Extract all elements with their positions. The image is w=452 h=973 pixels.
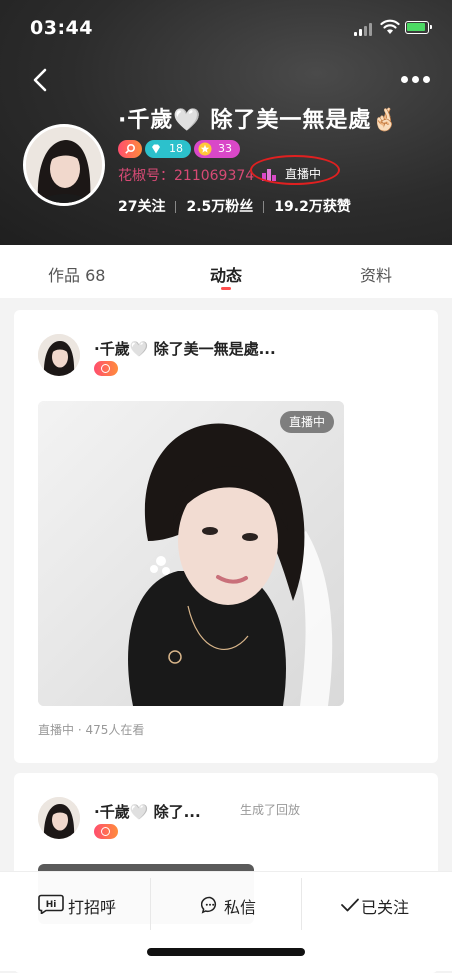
status-bar: 03:44 [0, 0, 452, 50]
home-indicator [147, 948, 305, 956]
annotation-circle [250, 155, 340, 185]
message-button[interactable]: 私信 [151, 872, 301, 936]
live-cover-image[interactable]: 直播中 [38, 401, 344, 706]
key-icon [125, 143, 136, 154]
card-level-badge [94, 361, 118, 376]
fans-count[interactable]: 2.5万粉丝 [186, 199, 253, 215]
more-dots-icon[interactable] [401, 76, 431, 84]
level-badge [118, 140, 142, 158]
followed-button[interactable]: 已关注 [302, 872, 452, 936]
battery-icon [405, 21, 432, 34]
wifi-icon [380, 19, 400, 34]
live-chip: 直播中 [279, 411, 334, 433]
profile-header: 03:44 ·千歲🤍 除了美一無是處🤞🏻 18 33 花椒号：211069374… [0, 0, 452, 245]
diamond-badge: 18 [145, 140, 191, 158]
following-count[interactable]: 27关注 [118, 199, 165, 215]
hi-badge-text: Hi [46, 900, 57, 910]
card-avatar[interactable] [38, 797, 80, 839]
greet-button[interactable]: Hi 打招呼 [0, 872, 150, 936]
card-author-name[interactable]: ·千歲🤍 除了... [94, 801, 201, 822]
tab-works[interactable]: 作品 68 [48, 262, 105, 286]
status-time: 03:44 [30, 17, 93, 39]
tab-dynamics[interactable]: 动态 [210, 262, 242, 286]
profile-nickname: ·千歲🤍 除了美一無是處🤞🏻 [118, 108, 400, 133]
chat-bubble-icon [201, 896, 217, 914]
greet-label: 打招呼 [68, 898, 117, 917]
followed-label: 已关注 [361, 898, 410, 917]
active-tab-indicator [221, 287, 231, 290]
tab-profile-info[interactable]: 资料 [360, 262, 392, 286]
card-author-name[interactable]: ·千歲🤍 除了美一無是處... [94, 338, 276, 359]
profile-avatar[interactable] [23, 124, 105, 206]
star-badge: 33 [194, 140, 240, 158]
likes-count: 19.2万获赞 [274, 199, 351, 215]
star-icon [198, 142, 212, 156]
back-arrow-icon[interactable] [30, 68, 52, 92]
diamond-icon [152, 144, 160, 154]
check-icon [341, 898, 359, 912]
profile-tabs: 作品 68 动态 资料 [0, 245, 452, 298]
star-level: 33 [218, 142, 232, 155]
live-viewers-text: 直播中 · 475人在看 [38, 723, 145, 737]
profile-id: 花椒号：211069374 [118, 168, 255, 184]
signal-icon [354, 22, 376, 36]
profile-stats: 27关注 2.5万粉丝 19.2万获赞 [118, 196, 351, 216]
card-action-text: 生成了回放 [240, 803, 301, 817]
card-avatar[interactable] [38, 334, 80, 376]
card-level-badge [94, 824, 118, 839]
message-label: 私信 [224, 898, 257, 917]
feed-card[interactable]: ·千歲🤍 除了美一無是處... 直播中 直播中 · 475人在看 [14, 310, 438, 763]
bottom-action-bar: Hi 打招呼 私信 已关注 [0, 871, 452, 971]
diamond-level: 18 [169, 142, 183, 155]
hi-icon: Hi [38, 894, 64, 914]
